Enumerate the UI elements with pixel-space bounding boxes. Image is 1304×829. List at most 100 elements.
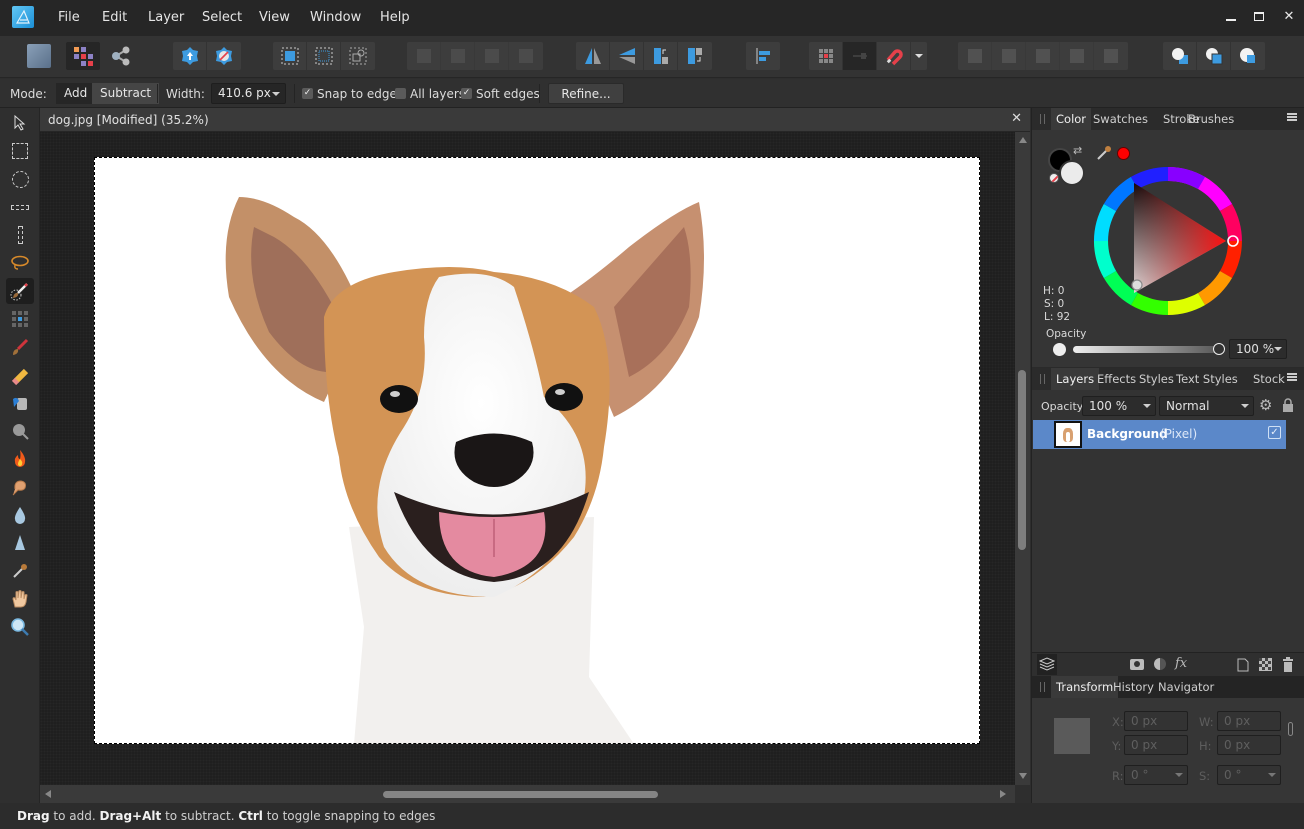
row-marquee-tool-button[interactable] (6, 194, 34, 220)
flip-vertical-button[interactable] (610, 42, 644, 70)
scroll-right-icon[interactable] (1000, 790, 1006, 798)
trash-icon[interactable] (1282, 657, 1294, 672)
erase-brush-tool-button[interactable] (6, 362, 34, 388)
move-tool-button[interactable] (6, 110, 34, 136)
paint-brush-tool-button[interactable] (6, 334, 34, 360)
vertical-scroll-thumb[interactable] (1018, 370, 1026, 550)
no-color-icon[interactable] (1049, 173, 1059, 183)
snapping-magnet-button[interactable] (877, 42, 911, 70)
secondary-color-swatch[interactable] (1059, 160, 1085, 186)
view-tool-button[interactable] (6, 586, 34, 612)
sharpen-tool-button[interactable] (6, 530, 34, 556)
arrange-front-button[interactable] (509, 42, 543, 70)
fx-icon[interactable]: fx (1175, 656, 1187, 671)
layer-opacity-field[interactable]: 100 % (1082, 396, 1156, 416)
layers-stack-button[interactable] (1037, 654, 1057, 675)
arrange-forward-button[interactable] (475, 42, 509, 70)
scroll-left-icon[interactable] (45, 790, 51, 798)
color-picker-tool-button[interactable] (6, 558, 34, 584)
insert-behind-button[interactable] (1163, 42, 1197, 70)
flip-horizontal-button[interactable] (576, 42, 610, 70)
swap-colors-icon[interactable]: ⇄ (1073, 144, 1082, 157)
menu-view[interactable]: View (259, 10, 290, 25)
anchor-grid-icon[interactable] (1051, 715, 1093, 757)
blend-mode-select[interactable]: Normal (1159, 396, 1254, 416)
mode-add-button[interactable]: Add (56, 83, 96, 104)
link-aspect-icon[interactable] (1288, 722, 1293, 736)
checker-icon[interactable] (1259, 658, 1272, 671)
all-layers-checkbox[interactable] (395, 88, 406, 99)
export-persona-button[interactable] (104, 42, 138, 70)
snap-to-edges-checkbox[interactable]: ✓ (302, 88, 313, 99)
mask-icon[interactable] (1130, 659, 1144, 670)
zoom-tool-button[interactable] (6, 614, 34, 640)
photo-persona-button[interactable] (22, 42, 56, 70)
panel-grip-icon[interactable] (1040, 374, 1045, 384)
tab-navigator[interactable]: Navigator (1153, 676, 1219, 698)
tab-stock[interactable]: Stock (1248, 368, 1290, 390)
arrange-back-button[interactable] (407, 42, 441, 70)
flood-fill-tool-button[interactable] (6, 390, 34, 416)
burn-tool-button[interactable] (6, 446, 34, 472)
tab-brushes[interactable]: Brushes (1183, 108, 1239, 130)
document-tab[interactable]: dog.jpg [Modified] (35.2%) ✕ (40, 108, 1030, 132)
align-button[interactable] (746, 42, 780, 70)
column-marquee-tool-button[interactable] (6, 222, 34, 248)
opacity-field[interactable]: 100 % (1229, 339, 1287, 359)
menu-window[interactable]: Window (310, 10, 361, 25)
adjustment-icon[interactable] (1154, 658, 1166, 670)
maximize-button[interactable] (1245, 6, 1273, 28)
smudge-tool-button[interactable] (6, 474, 34, 500)
quick-mask-button[interactable] (173, 42, 207, 70)
lock-icon[interactable] (1282, 398, 1294, 412)
scroll-up-icon[interactable] (1019, 137, 1027, 143)
affinity-photo-logo-icon[interactable] (12, 6, 34, 28)
intersect-button[interactable] (1026, 42, 1060, 70)
add-button[interactable] (958, 42, 992, 70)
layer-visibility-checkbox[interactable]: ✓ (1268, 426, 1281, 439)
deselect-button[interactable] (307, 42, 341, 70)
scroll-down-icon[interactable] (1019, 773, 1027, 779)
snapping-dropdown-button[interactable] (911, 42, 927, 70)
eyedropper-icon[interactable] (1096, 145, 1112, 161)
new-layer-icon[interactable] (1237, 658, 1249, 672)
opacity-slider[interactable] (1073, 346, 1221, 353)
dog-photo[interactable] (94, 157, 980, 744)
picked-color-swatch[interactable] (1117, 147, 1130, 160)
shear-field[interactable]: 0 ° (1217, 765, 1281, 785)
xor-button[interactable] (1060, 42, 1094, 70)
vertical-scrollbar[interactable] (1015, 132, 1030, 785)
horizontal-scroll-thumb[interactable] (383, 791, 658, 798)
menu-select[interactable]: Select (202, 10, 242, 25)
tab-swatches[interactable]: Swatches (1088, 108, 1153, 130)
width-field[interactable]: 410.6 px (211, 83, 286, 104)
panel-menu-icon[interactable] (1287, 373, 1297, 381)
elliptical-marquee-tool-button[interactable] (6, 166, 34, 192)
close-window-button[interactable]: ✕ (1275, 6, 1303, 28)
rotate-right-button[interactable] (678, 42, 712, 70)
insert-top-button[interactable] (1231, 42, 1265, 70)
rotation-field[interactable]: 0 ° (1124, 765, 1188, 785)
color-wheel[interactable] (1092, 165, 1244, 317)
x-field[interactable]: 0 px (1124, 711, 1188, 731)
tab-history[interactable]: History (1108, 676, 1159, 698)
close-document-icon[interactable]: ✕ (1011, 111, 1022, 126)
minimize-button[interactable] (1217, 6, 1245, 28)
select-all-button[interactable] (273, 42, 307, 70)
tab-color[interactable]: Color (1051, 108, 1092, 130)
tab-text-styles[interactable]: Text Styles (1171, 368, 1243, 390)
mode-subtract-button[interactable]: Subtract (92, 83, 160, 104)
layer-row-background[interactable]: Background (Pixel) ✓ (1033, 420, 1286, 449)
opacity-slider-handle[interactable] (1213, 343, 1225, 355)
insert-inside-button[interactable] (1197, 42, 1231, 70)
blur-tool-button[interactable] (6, 502, 34, 528)
y-field[interactable]: 0 px (1124, 735, 1188, 755)
rotate-left-button[interactable] (644, 42, 678, 70)
dodge-tool-button[interactable] (6, 418, 34, 444)
snap-dark-button[interactable] (843, 42, 877, 70)
arrange-backward-button[interactable] (441, 42, 475, 70)
menu-help[interactable]: Help (380, 10, 410, 25)
select-object-button[interactable] (341, 42, 375, 70)
panel-grip-icon[interactable] (1040, 114, 1045, 124)
rectangular-marquee-tool-button[interactable] (6, 138, 34, 164)
